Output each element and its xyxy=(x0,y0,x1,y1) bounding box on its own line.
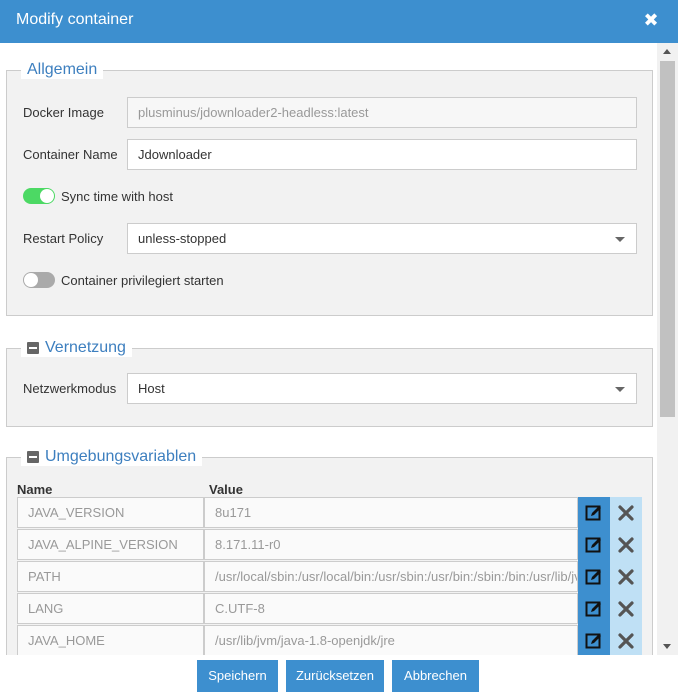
table-row: JAVA_VERSION 8u171 xyxy=(17,497,642,529)
table-row: LANG C.UTF-8 xyxy=(17,593,642,625)
dialog-footer: Speichern Zurücksetzen Abbrechen xyxy=(0,655,678,698)
table-row: PATH /usr/local/sbin:/usr/local/bin:/usr… xyxy=(17,561,642,593)
edit-button[interactable] xyxy=(578,593,610,625)
chevron-down-icon xyxy=(615,387,625,392)
edit-button[interactable] xyxy=(578,529,610,561)
env-value-field[interactable]: /usr/lib/jvm/java-1.8-openjdk/jre xyxy=(204,625,578,655)
close-icon[interactable]: ✖ xyxy=(642,10,660,30)
toggle-knob xyxy=(40,189,54,203)
scroll-down-icon[interactable] xyxy=(663,644,671,649)
restart-policy-label: Restart Policy xyxy=(23,231,104,246)
restart-policy-select[interactable]: unless-stopped xyxy=(127,223,637,254)
docker-image-label: Docker Image xyxy=(23,105,104,120)
env-name-field[interactable]: PATH xyxy=(17,561,204,592)
section-env: Umgebungsvariablen Name Value JAVA_VERSI… xyxy=(6,448,653,655)
env-name-field[interactable]: LANG xyxy=(17,593,204,624)
delete-button[interactable] xyxy=(610,625,642,655)
delete-icon xyxy=(618,569,634,585)
section-general-title: Allgemein xyxy=(27,61,98,78)
dialog-titlebar: Modify container ✖ xyxy=(0,0,678,43)
section-network-title: Vernetzung xyxy=(45,339,126,356)
table-row: JAVA_ALPINE_VERSION 8.171.11-r0 xyxy=(17,529,642,561)
delete-icon xyxy=(618,537,634,553)
privileged-label: Container privilegiert starten xyxy=(61,272,224,288)
env-col-name-header: Name xyxy=(17,482,53,497)
env-name-field[interactable]: JAVA_HOME xyxy=(17,625,204,655)
edit-icon xyxy=(585,633,601,649)
sync-time-label: Sync time with host xyxy=(61,188,173,204)
delete-button[interactable] xyxy=(610,497,642,529)
minus-icon[interactable] xyxy=(27,342,39,354)
restart-policy-row: Restart Policy unless-stopped xyxy=(23,223,643,254)
network-mode-label: Netzwerkmodus xyxy=(23,381,117,396)
delete-icon xyxy=(618,633,634,649)
chevron-down-icon xyxy=(615,237,625,242)
scrollbar-thumb[interactable] xyxy=(660,61,675,417)
dialog-title: Modify container xyxy=(16,11,134,28)
env-value-field[interactable]: 8.171.11-r0 xyxy=(204,529,578,560)
docker-image-row: Docker Image plusminus/jdownloader2-head… xyxy=(23,97,643,128)
env-value-field[interactable]: 8u171 xyxy=(204,497,578,528)
container-name-input[interactable]: Jdownloader xyxy=(127,139,637,170)
table-row: JAVA_HOME /usr/lib/jvm/java-1.8-openjdk/… xyxy=(17,625,642,655)
vertical-scrollbar[interactable] xyxy=(657,43,678,655)
delete-button[interactable] xyxy=(610,561,642,593)
section-network: Vernetzung Netzwerkmodus Host xyxy=(6,339,653,427)
sync-time-row: Sync time with host xyxy=(23,188,173,204)
restart-policy-value: unless-stopped xyxy=(138,231,227,246)
edit-button[interactable] xyxy=(578,625,610,655)
reset-button[interactable]: Zurücksetzen xyxy=(286,660,384,692)
toggle-knob xyxy=(24,273,38,287)
delete-icon xyxy=(618,505,634,521)
dialog-content: Allgemein Docker Image plusminus/jdownlo… xyxy=(0,43,657,655)
save-button[interactable]: Speichern xyxy=(197,660,278,692)
env-name-field[interactable]: JAVA_VERSION xyxy=(17,497,204,528)
scroll-up-icon[interactable] xyxy=(663,49,671,54)
delete-button[interactable] xyxy=(610,529,642,561)
env-col-value-header: Value xyxy=(209,482,243,497)
edit-icon xyxy=(585,569,601,585)
sync-time-toggle[interactable] xyxy=(23,188,55,204)
minus-icon[interactable] xyxy=(27,451,39,463)
privileged-row: Container privilegiert starten xyxy=(23,272,224,288)
section-general-legend: Allgemein xyxy=(21,61,104,79)
cancel-button[interactable]: Abbrechen xyxy=(392,660,479,692)
network-mode-select[interactable]: Host xyxy=(127,373,637,404)
env-value-field[interactable]: /usr/local/sbin:/usr/local/bin:/usr/sbin… xyxy=(204,561,578,592)
edit-icon xyxy=(585,601,601,617)
section-network-legend[interactable]: Vernetzung xyxy=(21,339,132,357)
delete-icon xyxy=(618,601,634,617)
edit-button[interactable] xyxy=(578,497,610,529)
docker-image-field: plusminus/jdownloader2-headless:latest xyxy=(127,97,637,128)
network-mode-value: Host xyxy=(138,381,165,396)
section-env-legend[interactable]: Umgebungsvariablen xyxy=(21,448,203,466)
section-env-title: Umgebungsvariablen xyxy=(45,448,197,465)
delete-button[interactable] xyxy=(610,593,642,625)
edit-button[interactable] xyxy=(578,561,610,593)
edit-icon xyxy=(585,505,601,521)
edit-icon xyxy=(585,537,601,553)
section-general: Allgemein Docker Image plusminus/jdownlo… xyxy=(6,61,653,316)
container-name-label: Container Name xyxy=(23,147,118,162)
privileged-toggle[interactable] xyxy=(23,272,55,288)
container-name-row: Container Name Jdownloader xyxy=(23,139,643,170)
env-name-field[interactable]: JAVA_ALPINE_VERSION xyxy=(17,529,204,560)
env-value-field[interactable]: C.UTF-8 xyxy=(204,593,578,624)
network-mode-row: Netzwerkmodus Host xyxy=(23,373,643,404)
